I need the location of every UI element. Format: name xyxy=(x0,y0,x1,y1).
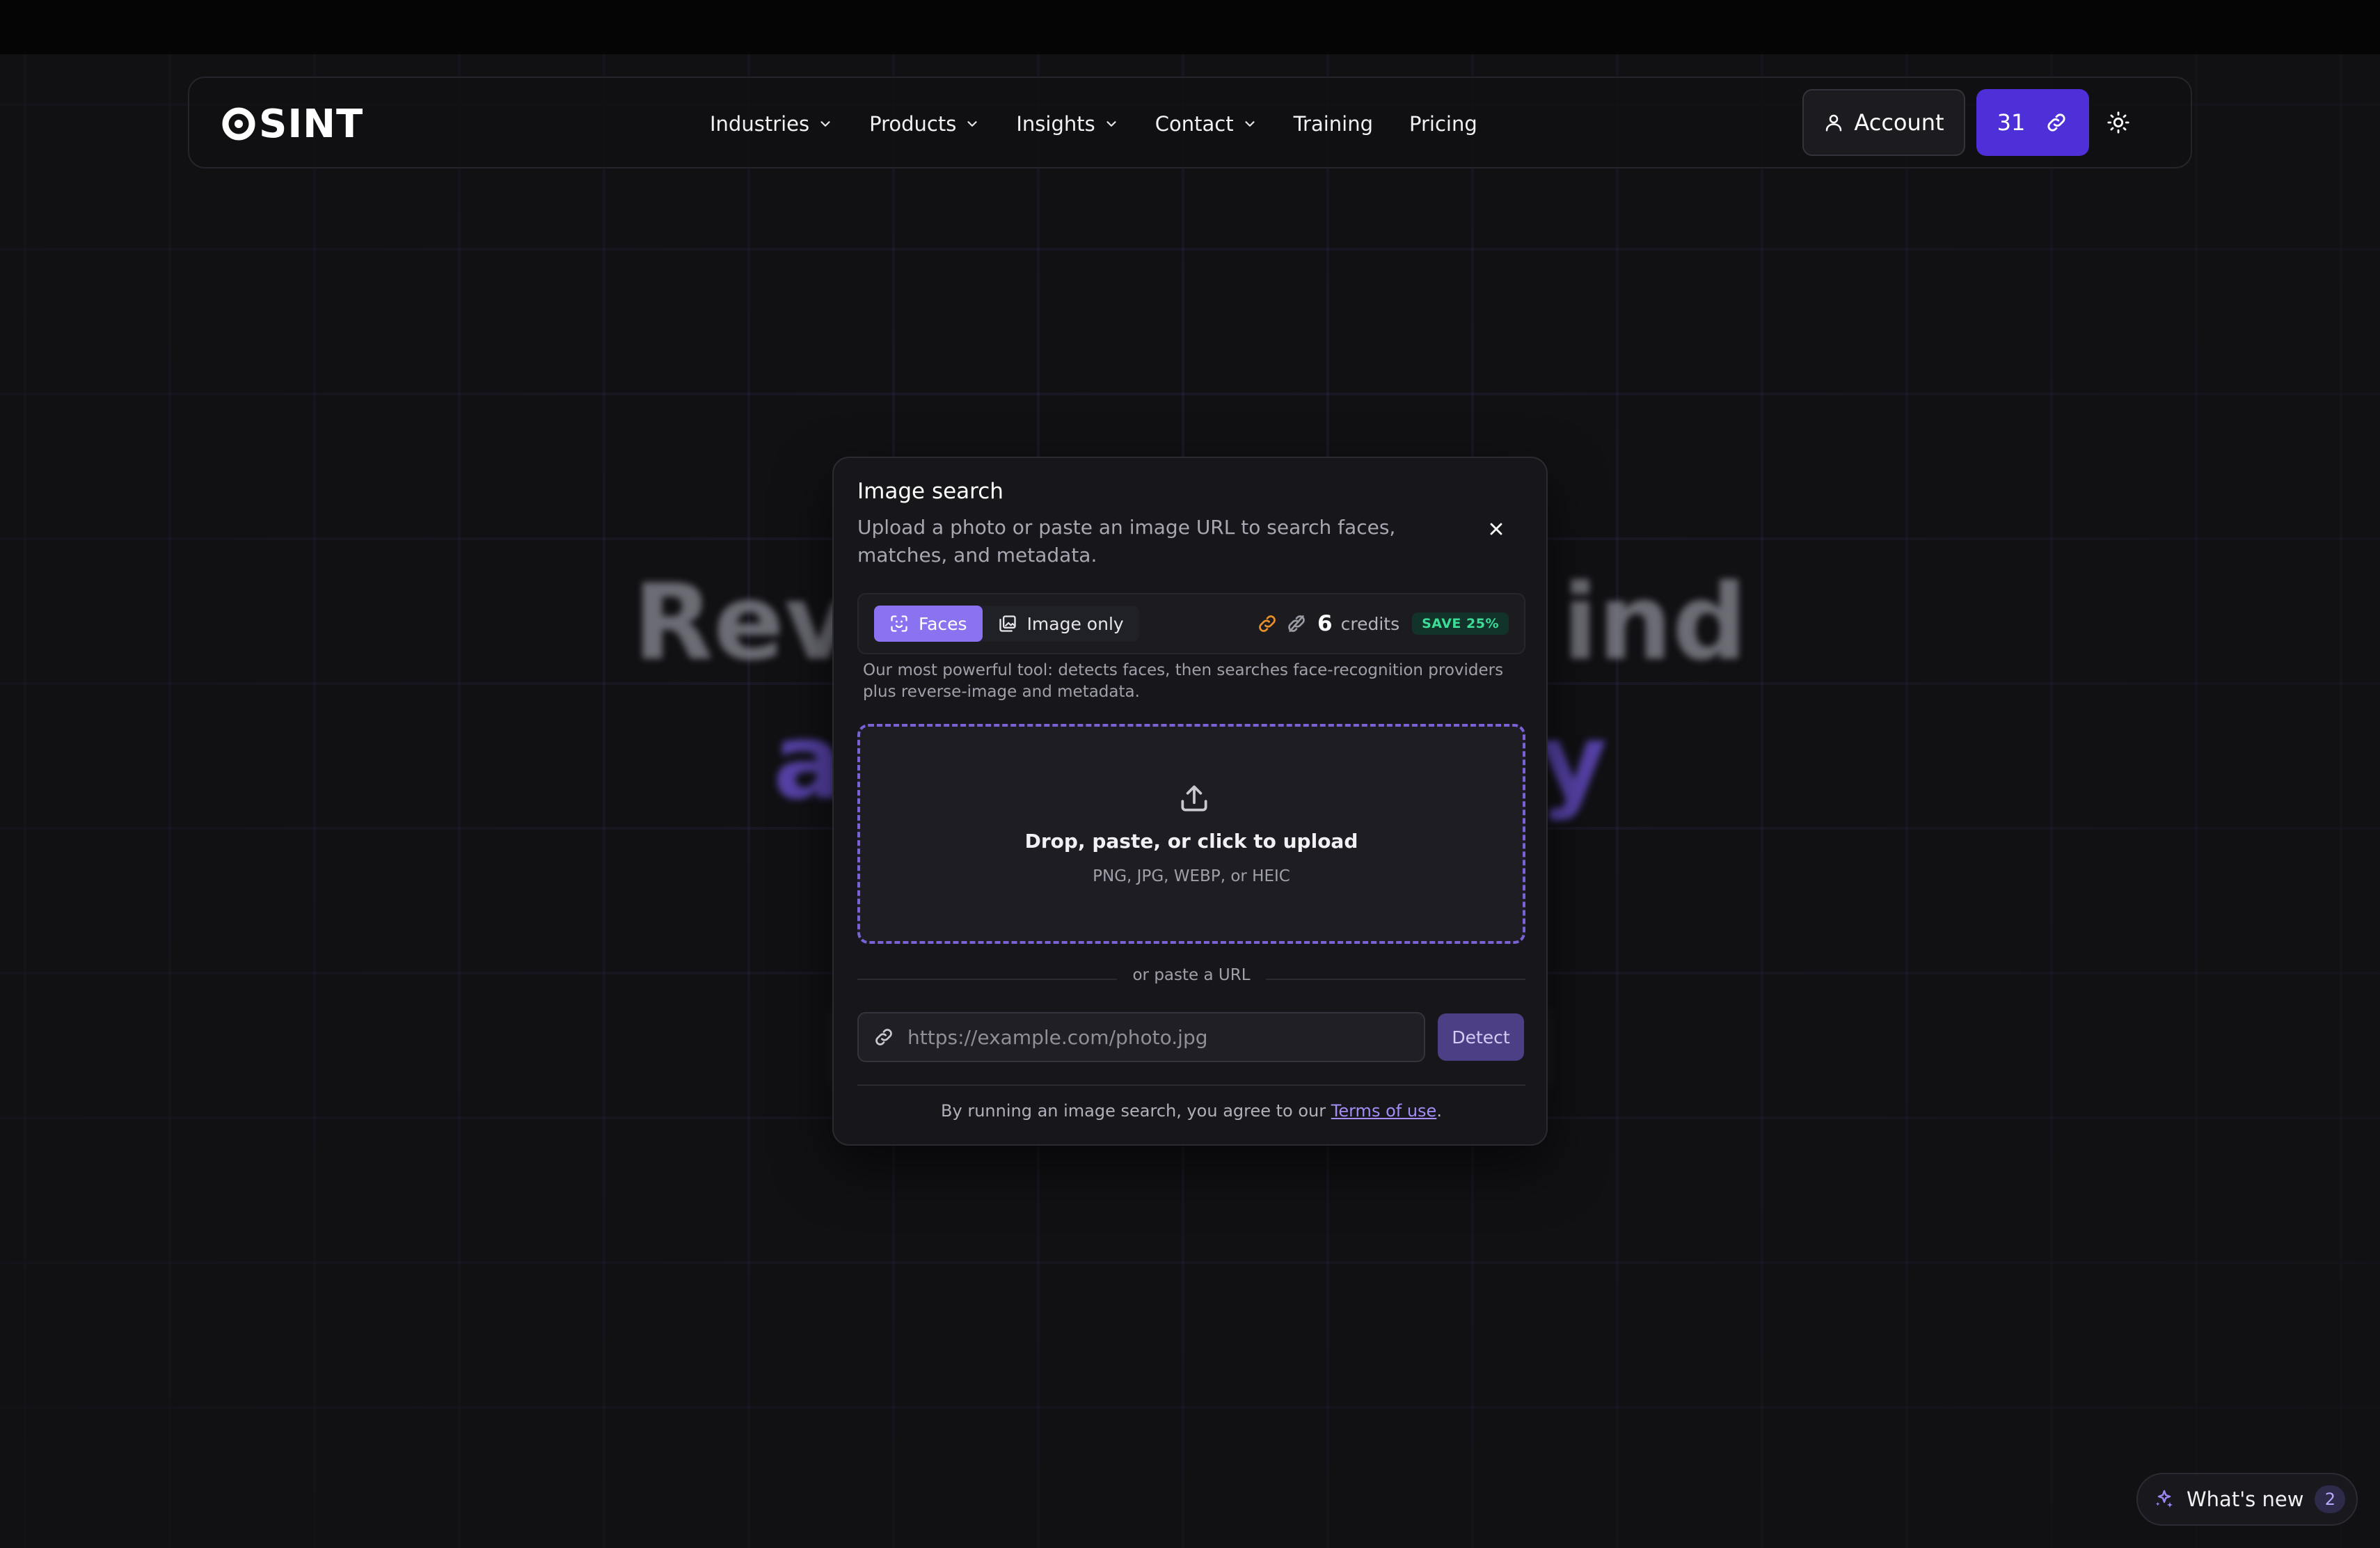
credits-count: 31 xyxy=(1997,109,2026,136)
image-search-modal: Image search Upload a photo or paste an … xyxy=(832,457,1548,1146)
nav-item-products[interactable]: Products xyxy=(869,112,980,136)
nav-item-industries[interactable]: Industries xyxy=(710,112,833,136)
close-button[interactable] xyxy=(1481,514,1512,544)
dropzone-title: Drop, paste, or click to upload xyxy=(1024,830,1358,853)
nav-label: Industries xyxy=(710,112,810,136)
mode-toggle: Faces Image only xyxy=(874,606,1139,642)
nav-label: Training xyxy=(1293,112,1373,136)
nav-label: Products xyxy=(869,112,957,136)
upload-icon xyxy=(1181,785,1207,812)
tab-faces[interactable]: Faces xyxy=(874,606,983,642)
nav-item-contact[interactable]: Contact xyxy=(1155,112,1258,136)
terms-prefix: By running an image search, you agree to… xyxy=(941,1101,1331,1121)
chevron-down-icon xyxy=(1244,121,1255,127)
hero-line1-left: Rev xyxy=(633,562,852,684)
credits-button[interactable]: 31 xyxy=(1976,89,2089,156)
whats-new-count: 2 xyxy=(2315,1485,2346,1513)
face-scan-icon xyxy=(891,615,907,632)
search-mode-bar: Faces Image only 6 credits SAVE 25% xyxy=(857,593,1525,654)
terms-suffix: . xyxy=(1436,1101,1442,1121)
terms-notice: By running an image search, you agree to… xyxy=(834,1101,1549,1121)
nav-label: Insights xyxy=(1016,112,1095,136)
upload-dropzone[interactable]: Drop, paste, or click to upload PNG, JPG… xyxy=(857,724,1525,944)
credit-cost: 6 credits SAVE 25% xyxy=(1256,606,1509,642)
save-badge: SAVE 25% xyxy=(1412,613,1509,635)
url-field xyxy=(857,1012,1425,1062)
nav-item-pricing[interactable]: Pricing xyxy=(1409,112,1477,136)
hero-line1-right: ind xyxy=(1562,562,1747,684)
sparkles-icon xyxy=(2156,1490,2173,1508)
terms-link[interactable]: Terms of use xyxy=(1331,1101,1437,1121)
detect-button[interactable]: Detect xyxy=(1438,1013,1524,1061)
chevron-down-icon xyxy=(820,121,830,127)
credit-cost-value: 6 xyxy=(1317,611,1333,636)
browser-top-bar xyxy=(0,0,2380,54)
hero-line2-right: y xyxy=(1539,702,1608,823)
nav-item-insights[interactable]: Insights xyxy=(1016,112,1118,136)
tab-image-only-label: Image only xyxy=(1026,613,1124,634)
account-button[interactable]: Account xyxy=(1802,89,1965,156)
logo-ring-icon xyxy=(222,107,255,141)
top-navbar: SINT Industries Products Insights Contac… xyxy=(188,77,2192,168)
tab-image-only[interactable]: Image only xyxy=(983,606,1139,642)
link-icon xyxy=(875,1029,892,1045)
images-icon xyxy=(999,615,1016,632)
footer-divider xyxy=(857,1084,1525,1086)
nav-item-training[interactable]: Training xyxy=(1294,112,1373,136)
nav-label: Pricing xyxy=(1409,112,1477,136)
credit-cost-label: credits xyxy=(1340,613,1400,634)
divider-label: or paste a URL xyxy=(1117,966,1266,984)
whats-new-button[interactable]: What's new 2 xyxy=(2136,1473,2358,1526)
chevron-down-icon xyxy=(1106,121,1116,127)
close-icon xyxy=(1490,523,1502,535)
url-input[interactable] xyxy=(906,1025,1393,1050)
chevron-down-icon xyxy=(967,121,977,127)
credit-link-icon xyxy=(1259,615,1276,632)
tab-faces-label: Faces xyxy=(919,613,967,634)
dropzone-formats: PNG, JPG, WEBP, or HEIC xyxy=(1093,867,1290,885)
user-icon xyxy=(1826,114,1842,132)
logo-text: SINT xyxy=(259,101,364,147)
modal-subtitle: Upload a photo or paste an image URL to … xyxy=(857,516,1396,567)
divider: or paste a URL xyxy=(834,966,1549,984)
modal-title: Image search xyxy=(857,479,1003,504)
theme-toggle[interactable] xyxy=(2100,104,2136,141)
sun-icon xyxy=(2107,111,2129,134)
logo[interactable]: SINT xyxy=(221,99,363,149)
link-icon xyxy=(2047,113,2065,132)
whats-new-label: What's new xyxy=(2187,1487,2304,1511)
mode-description: Our most powerful tool: detects faces, t… xyxy=(863,661,1504,701)
strikethrough-link-icon xyxy=(1288,615,1305,632)
nav-links: Industries Products Insights Contact Tra… xyxy=(710,106,1514,142)
nav-label: Contact xyxy=(1155,112,1234,136)
account-label: Account xyxy=(1854,109,1944,136)
